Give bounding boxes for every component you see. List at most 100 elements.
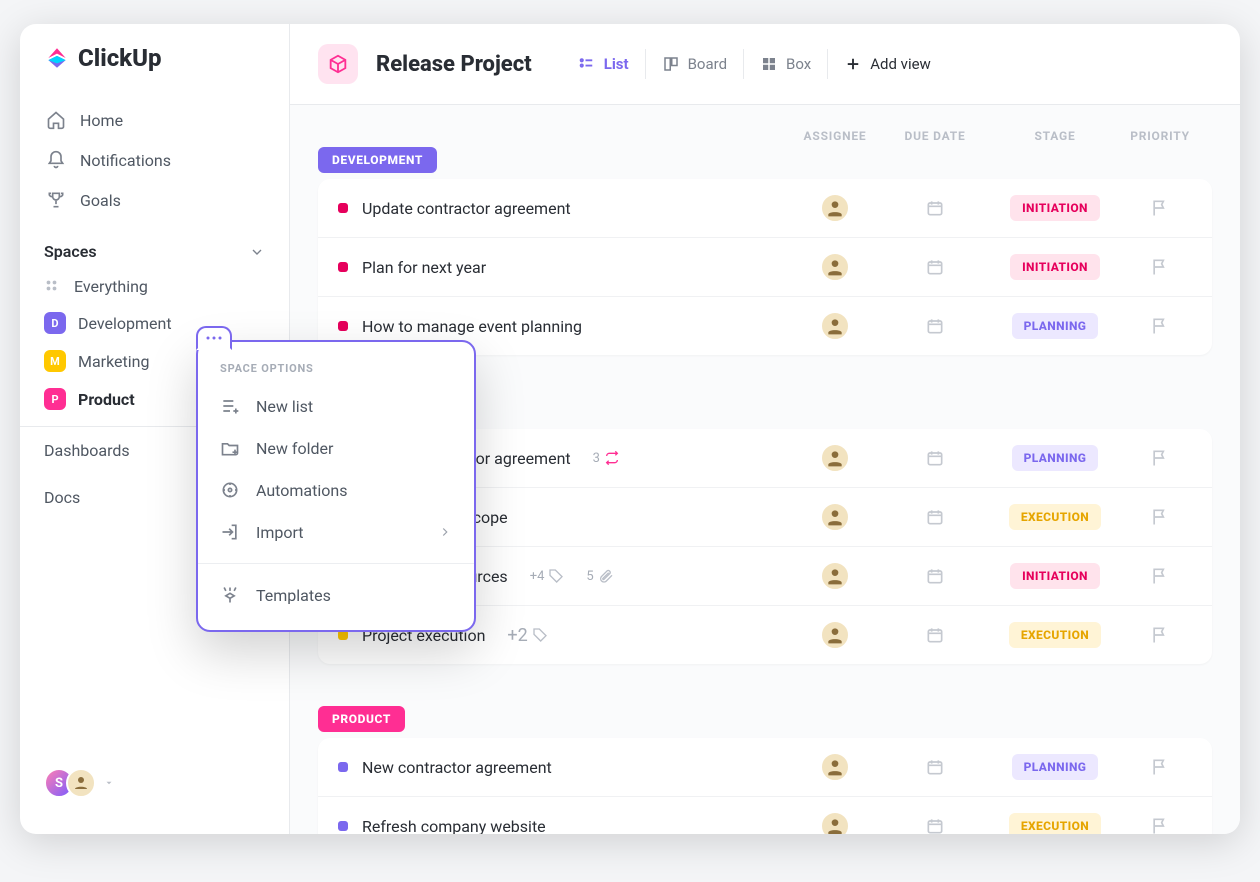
priority-cell[interactable] <box>1120 816 1200 834</box>
menu-automations[interactable]: Automations <box>198 469 474 511</box>
status-chip <box>338 821 348 831</box>
sidebar-item-development[interactable]: D Development <box>20 304 289 342</box>
task-row[interactable]: Plan for next year INITIATION <box>318 238 1212 297</box>
task-title-cell: New contractor agreement <box>338 758 790 777</box>
due-date-cell[interactable] <box>880 316 990 336</box>
board-icon <box>662 55 680 73</box>
stage-badge: INITIATION <box>1010 254 1100 280</box>
menu-import[interactable]: Import <box>198 511 474 553</box>
priority-cell[interactable] <box>1120 566 1200 586</box>
avatar <box>820 311 850 341</box>
avatar <box>820 193 850 223</box>
due-date-cell[interactable] <box>880 757 990 777</box>
task-rows: New contractor agreement PLANNING Refresh … <box>318 738 1212 834</box>
stage-badge: PLANNING <box>1012 313 1099 339</box>
brand-name: ClickUp <box>78 44 162 72</box>
assignee-cell[interactable] <box>790 193 880 223</box>
priority-cell[interactable] <box>1120 507 1200 527</box>
space-badge: M <box>44 350 66 372</box>
attachments-count: 5 <box>586 568 613 584</box>
sidebar-item-everything[interactable]: Everything <box>20 269 289 304</box>
menu-new-folder[interactable]: New folder <box>198 427 474 469</box>
due-date-cell[interactable] <box>880 198 990 218</box>
view-tabs: List Board Box Add view <box>562 49 947 79</box>
stage-cell[interactable]: INITIATION <box>990 254 1120 280</box>
primary-nav: Home Notifications Goals <box>20 92 289 228</box>
due-date-cell[interactable] <box>880 566 990 586</box>
due-date-cell[interactable] <box>880 507 990 527</box>
plus-icon <box>844 55 862 73</box>
due-date-cell[interactable] <box>880 816 990 834</box>
priority-cell[interactable] <box>1120 198 1200 218</box>
nav-home[interactable]: Home <box>36 100 273 140</box>
priority-cell[interactable] <box>1120 257 1200 277</box>
chevron-right-icon <box>438 525 452 539</box>
tab-board[interactable]: Board <box>645 49 743 79</box>
assignee-cell[interactable] <box>790 811 880 834</box>
task-rows: Update contractor agreementINITIATIONPla… <box>318 179 1212 355</box>
stage-cell[interactable]: PLANNING <box>990 754 1120 780</box>
stage-badge: EXECUTION <box>1009 622 1101 648</box>
task-row[interactable]: New contractor agreement PLANNING <box>318 738 1212 797</box>
group-pill[interactable]: DEVELOPMENT <box>318 147 437 173</box>
stage-cell[interactable]: PLANNING <box>990 445 1120 471</box>
task-group: DEVELOPMENT Update contractor agreementIN… <box>318 147 1212 355</box>
stage-cell[interactable]: EXECUTION <box>990 813 1120 834</box>
priority-cell[interactable] <box>1120 625 1200 645</box>
status-chip <box>338 762 348 772</box>
templates-icon <box>220 585 240 605</box>
assignee-cell[interactable] <box>790 502 880 532</box>
group-pill[interactable]: PRODUCT <box>318 706 405 732</box>
tab-box[interactable]: Box <box>743 49 827 79</box>
stage-cell[interactable]: PLANNING <box>990 313 1120 339</box>
priority-cell[interactable] <box>1120 316 1200 336</box>
nav-notifications[interactable]: Notifications <box>36 140 273 180</box>
user-avatars[interactable]: S <box>20 752 289 814</box>
status-chip <box>338 262 348 272</box>
menu-templates[interactable]: Templates <box>198 574 474 616</box>
tab-list[interactable]: List <box>562 49 645 79</box>
menu-separator <box>198 563 474 564</box>
tab-add-view[interactable]: Add view <box>827 49 947 79</box>
trophy-icon <box>46 190 66 210</box>
subtask-count: 3 <box>593 450 620 466</box>
stage-cell[interactable]: INITIATION <box>990 563 1120 589</box>
spaces-header[interactable]: Spaces <box>20 228 289 269</box>
box-icon <box>760 55 778 73</box>
home-icon <box>46 110 66 130</box>
avatar <box>820 620 850 650</box>
assignee-cell[interactable] <box>790 252 880 282</box>
priority-cell[interactable] <box>1120 757 1200 777</box>
assignee-cell[interactable] <box>790 620 880 650</box>
avatar <box>820 502 850 532</box>
priority-cell[interactable] <box>1120 448 1200 468</box>
menu-new-list[interactable]: New list <box>198 385 474 427</box>
assignee-cell[interactable] <box>790 561 880 591</box>
new-folder-icon <box>220 438 240 458</box>
stage-cell[interactable]: INITIATION <box>990 195 1120 221</box>
stage-cell[interactable]: EXECUTION <box>990 504 1120 530</box>
project-title: Release Project <box>376 52 532 77</box>
task-row[interactable]: Update contractor agreementINITIATION <box>318 179 1212 238</box>
space-more-button[interactable] <box>196 326 232 350</box>
stage-cell[interactable]: EXECUTION <box>990 622 1120 648</box>
assignee-cell[interactable] <box>790 311 880 341</box>
avatar <box>66 768 96 798</box>
everything-icon <box>44 278 62 296</box>
stage-badge: EXECUTION <box>1009 504 1101 530</box>
task-row[interactable]: Refresh company websiteEXECUTION <box>318 797 1212 834</box>
avatar <box>820 811 850 834</box>
avatar <box>820 752 850 782</box>
due-date-cell[interactable] <box>880 257 990 277</box>
task-title: Plan for next year <box>362 258 486 277</box>
assignee-cell[interactable] <box>790 443 880 473</box>
due-date-cell[interactable] <box>880 625 990 645</box>
due-date-cell[interactable] <box>880 448 990 468</box>
nav-goals[interactable]: Goals <box>36 180 273 220</box>
assignee-cell[interactable] <box>790 752 880 782</box>
avatar <box>820 252 850 282</box>
extra-tags: +2 <box>507 625 547 646</box>
list-icon <box>578 55 596 73</box>
clickup-logo-icon <box>44 45 70 71</box>
task-title: How to manage event planning <box>362 317 582 336</box>
